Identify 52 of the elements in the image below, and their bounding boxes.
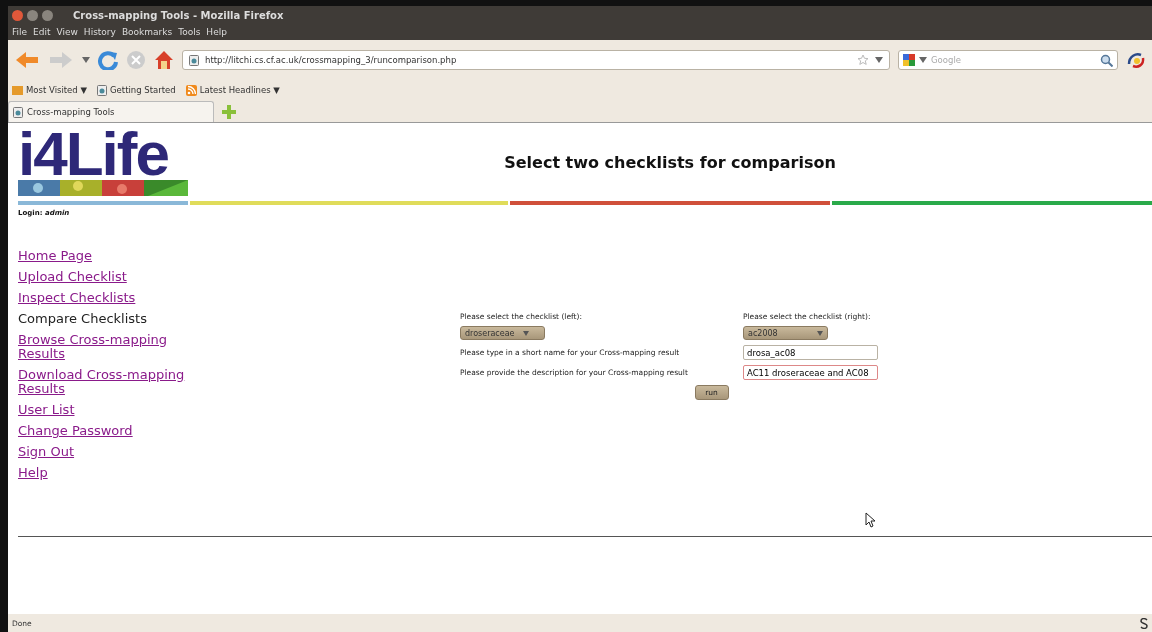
nav-link[interactable]: Browse Cross-mapping Results bbox=[18, 333, 188, 361]
home-icon[interactable] bbox=[154, 50, 174, 70]
search-icon[interactable] bbox=[1100, 53, 1113, 67]
menu-item[interactable]: View bbox=[56, 27, 78, 37]
menu-item[interactable]: Help bbox=[206, 27, 227, 37]
plus-icon[interactable] bbox=[222, 105, 236, 119]
menu-item[interactable]: Bookmarks bbox=[121, 27, 173, 37]
dropdown-icon[interactable] bbox=[919, 57, 927, 63]
logo: i4Life bbox=[18, 128, 169, 180]
checklist-dropdown[interactable]: droseraceae bbox=[460, 326, 545, 340]
window-title: Cross-mapping Tools - Mozilla Firefox bbox=[73, 9, 284, 21]
page-icon bbox=[13, 106, 23, 118]
nav-link[interactable]: Compare Checklists bbox=[18, 312, 188, 326]
folder-icon bbox=[12, 85, 23, 95]
menu-item[interactable]: Edit bbox=[33, 27, 51, 37]
close-icon[interactable] bbox=[12, 9, 23, 21]
address-field[interactable]: http://litchi.cs.cf.ac.uk/crossmapping_3/runcomparison.php bbox=[182, 50, 890, 70]
mouse-pointer-icon bbox=[865, 512, 877, 528]
nav-link[interactable]: Inspect Checklists bbox=[18, 291, 188, 305]
feed-icon bbox=[185, 84, 197, 96]
description-input[interactable]: AC11 droseraceae and AC08 bbox=[743, 365, 878, 380]
dropdown-icon[interactable] bbox=[875, 57, 883, 63]
bookmark-item[interactable]: Getting Started bbox=[97, 84, 176, 96]
extension-icon[interactable] bbox=[1140, 617, 1148, 629]
bookmark-item[interactable]: Latest Headlines ▼ bbox=[185, 84, 280, 96]
nav-link[interactable]: Home Page bbox=[18, 249, 188, 263]
menu-item[interactable]: History bbox=[83, 27, 116, 37]
page-heading: Select two checklists for comparison bbox=[503, 152, 837, 172]
maximize-icon[interactable] bbox=[42, 9, 53, 21]
menu-item[interactable]: File bbox=[12, 27, 28, 37]
dropdown-icon[interactable] bbox=[82, 57, 90, 63]
nav-link[interactable]: Download Cross-mapping Results bbox=[18, 368, 188, 396]
nav-link[interactable]: User List bbox=[18, 403, 188, 417]
page-icon bbox=[189, 54, 199, 66]
menu-item[interactable]: Tools bbox=[178, 27, 201, 37]
minimize-icon[interactable] bbox=[27, 9, 38, 21]
caret-icon bbox=[817, 330, 823, 336]
google-icon[interactable] bbox=[903, 54, 915, 66]
page-icon bbox=[97, 84, 107, 96]
reload-icon[interactable] bbox=[98, 50, 118, 70]
nav-link[interactable]: Change Password bbox=[18, 424, 188, 438]
browser-tab[interactable]: Cross-mapping Tools bbox=[8, 101, 214, 122]
nav-link[interactable]: Upload Checklist bbox=[18, 270, 188, 284]
nav-link[interactable]: Sign Out bbox=[18, 445, 188, 459]
nav-link[interactable]: Help bbox=[18, 466, 188, 480]
star-icon[interactable] bbox=[857, 54, 869, 66]
extension-icon[interactable] bbox=[1126, 50, 1146, 70]
back-icon[interactable] bbox=[14, 50, 40, 70]
checklist-dropdown[interactable]: ac2008 bbox=[743, 326, 828, 340]
bookmark-item[interactable]: Most Visited ▼ bbox=[12, 85, 87, 95]
name-input[interactable]: drosa_ac08 bbox=[743, 345, 878, 360]
caret-icon bbox=[522, 330, 529, 336]
